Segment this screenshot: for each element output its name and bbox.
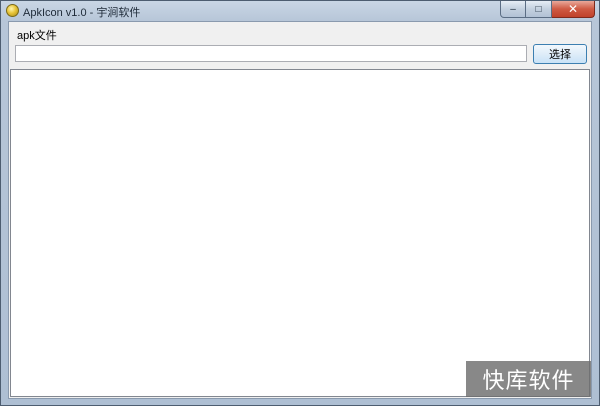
caption-buttons: – □ ✕: [500, 1, 595, 18]
apk-file-label: apk文件: [17, 30, 57, 42]
app-logo-icon: [6, 4, 19, 17]
apk-path-input[interactable]: [15, 45, 527, 62]
window-title: ApkIcon v1.0 - 宇涧软件: [23, 7, 141, 19]
select-button[interactable]: 选择: [533, 44, 587, 64]
close-button[interactable]: ✕: [552, 1, 595, 18]
title-bar[interactable]: ApkIcon v1.0 - 宇涧软件 – □ ✕: [1, 1, 599, 21]
maximize-button[interactable]: □: [526, 1, 552, 18]
maximize-icon: □: [535, 3, 542, 15]
watermark: 快库软件: [466, 361, 591, 397]
minimize-button[interactable]: –: [500, 1, 526, 18]
minimize-icon: –: [510, 3, 516, 15]
client-area: apk文件 选择: [8, 21, 592, 399]
close-icon: ✕: [567, 2, 579, 16]
output-area[interactable]: [10, 69, 590, 397]
app-window: ApkIcon v1.0 - 宇涧软件 – □ ✕ apk文件 选择 快库软件: [0, 0, 600, 406]
